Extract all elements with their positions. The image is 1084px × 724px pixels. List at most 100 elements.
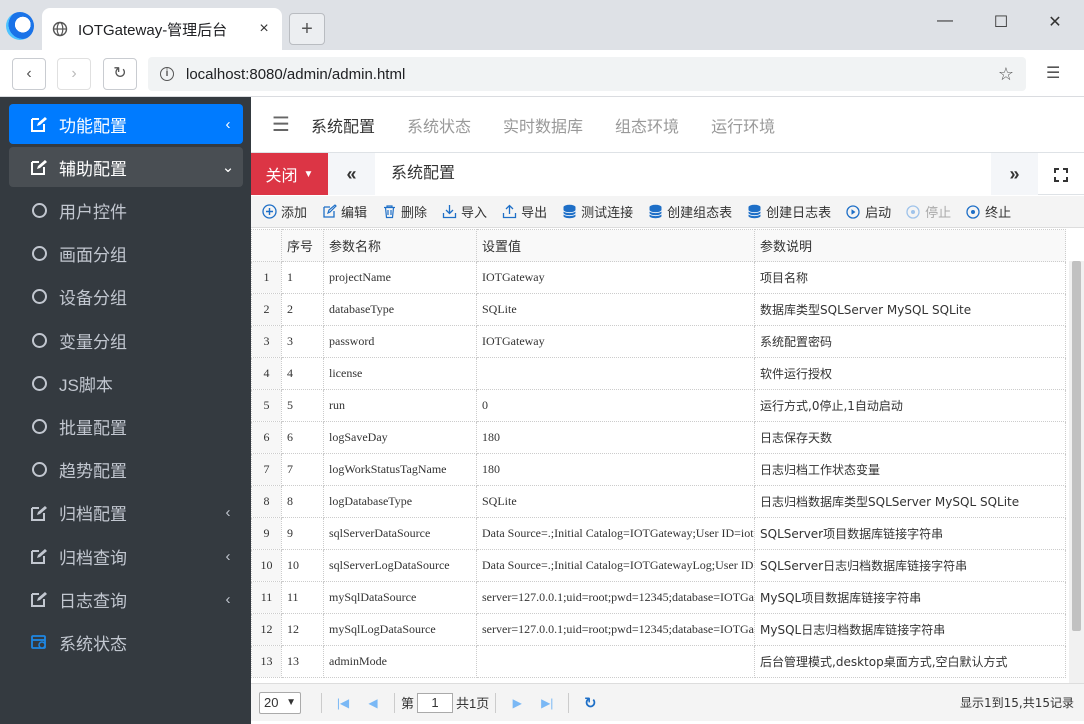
start-button[interactable]: 启动 (845, 202, 891, 221)
desc-cell[interactable]: 日志归档数据库类型SQLServer MySQL SQLite (754, 485, 1067, 518)
nav-link-runtime-env[interactable]: 运行环境 (711, 113, 775, 137)
table-row[interactable]: 5 5 run 0 运行方式,0停止,1自动启动 (251, 389, 1067, 422)
refresh-icon[interactable]: ↻ (575, 694, 605, 712)
sidebar-item-13[interactable]: 系统状态 (9, 622, 243, 662)
tab-close-icon[interactable]: × (256, 20, 272, 38)
table-row[interactable]: 2 2 databaseType SQLite 数据库类型SQLServer MySQL… (251, 293, 1067, 326)
first-page-icon[interactable]: |◀ (328, 696, 358, 710)
nav-link-system-config[interactable]: 系统配置 (311, 113, 375, 137)
name-cell[interactable]: sqlServerDataSource (323, 517, 477, 550)
close-tabs-dropdown[interactable]: 关闭 ▼ (251, 153, 328, 195)
grid-scrollbar[interactable] (1069, 261, 1084, 683)
prev-page-icon[interactable]: ◀ (358, 696, 388, 710)
content-tab-system-config[interactable]: 系统配置 (375, 153, 991, 195)
browser-menu-icon[interactable]: ☰ (1046, 63, 1060, 83)
page-number-input[interactable]: 1 (417, 692, 454, 713)
delete-button[interactable]: 删除 (381, 202, 427, 221)
table-row[interactable]: 11 11 mySqlDataSource server=127.0.0.1;uid=… (251, 581, 1067, 614)
value-cell[interactable]: SQLite (475, 485, 756, 518)
seq-cell[interactable]: 2 (281, 293, 324, 326)
back-button[interactable]: ‹ (12, 58, 46, 90)
seq-cell[interactable]: 3 (281, 325, 324, 358)
desc-cell[interactable]: 数据库类型SQLServer MySQL SQLite (754, 293, 1067, 326)
desc-cell[interactable]: 项目名称 (754, 261, 1067, 294)
seq-cell[interactable]: 1 (281, 261, 324, 294)
table-row[interactable]: 12 12 mySqlLogDataSource server=127.0.0.1;u… (251, 613, 1067, 646)
seq-cell[interactable]: 5 (281, 389, 324, 422)
create-log-table-button[interactable]: 创建日志表 (746, 202, 831, 221)
value-cell[interactable] (475, 357, 756, 390)
scrollbar-thumb[interactable] (1072, 261, 1081, 631)
next-page-icon[interactable]: ▶ (502, 696, 532, 710)
sidebar-item-10[interactable]: 归档配置 ‹ (9, 493, 243, 533)
scroll-tabs-left-button[interactable]: « (328, 153, 375, 195)
seq-cell[interactable]: 11 (281, 581, 324, 614)
maximize-icon[interactable]: ☐ (986, 12, 1016, 32)
hamburger-menu-icon[interactable]: ☰ (251, 112, 311, 137)
sidebar-item-2[interactable]: 辅助配置 ⌄ (9, 147, 243, 188)
sidebar-item-12[interactable]: 日志查询 ‹ (9, 579, 243, 619)
desc-cell[interactable]: 日志保存天数 (754, 421, 1067, 454)
desc-cell[interactable]: 系统配置密码 (754, 325, 1067, 358)
desc-cell[interactable]: MySQL项目数据库链接字符串 (754, 581, 1067, 614)
import-button[interactable]: 导入 (441, 202, 487, 221)
seq-cell[interactable]: 7 (281, 453, 324, 486)
value-cell[interactable]: 0 (475, 389, 756, 422)
value-cell[interactable]: IOTGateway (475, 325, 756, 358)
add-button[interactable]: 添加 (261, 202, 307, 221)
seq-cell[interactable]: 9 (281, 517, 324, 550)
fullscreen-icon[interactable] (1038, 153, 1084, 195)
table-row[interactable]: 10 10 sqlServerLogDataSource Data Source=.;… (251, 549, 1067, 582)
desc-cell[interactable]: MySQL日志归档数据库链接字符串 (754, 613, 1067, 646)
url-field[interactable]: i localhost:8080/admin/admin.html ☆ (148, 57, 1026, 91)
seq-cell[interactable]: 6 (281, 421, 324, 454)
value-cell[interactable]: 180 (475, 453, 756, 486)
seq-cell[interactable]: 12 (281, 613, 324, 646)
last-page-icon[interactable]: ▶| (532, 696, 562, 710)
column-header-desc[interactable]: 参数说明 (754, 229, 1067, 262)
seq-cell[interactable]: 8 (281, 485, 324, 518)
sidebar-item-6[interactable]: 变量分组 (9, 320, 243, 360)
window-close-icon[interactable]: ✕ (1040, 12, 1070, 32)
desc-cell[interactable]: 软件运行授权 (754, 357, 1067, 390)
desc-cell[interactable]: SQLServer项目数据库链接字符串 (754, 517, 1067, 550)
name-cell[interactable]: logSaveDay (323, 421, 477, 454)
table-row[interactable]: 4 4 license 软件运行授权 (251, 357, 1067, 390)
column-header-seq[interactable]: 序号 (281, 229, 324, 262)
name-cell[interactable]: databaseType (323, 293, 477, 326)
table-row[interactable]: 13 13 adminMode 后台管理模式,desktop桌面方式,空白默认方式 (251, 645, 1067, 678)
seq-cell[interactable]: 4 (281, 357, 324, 390)
sidebar-item-11[interactable]: 归档查询 ‹ (9, 536, 243, 576)
name-cell[interactable]: logWorkStatusTagName (323, 453, 477, 486)
nav-link-realtime-db[interactable]: 实时数据库 (503, 113, 583, 137)
name-cell[interactable]: password (323, 325, 477, 358)
table-row[interactable]: 6 6 logSaveDay 180 日志保存天数 (251, 421, 1067, 454)
table-row[interactable]: 7 7 logWorkStatusTagName 180 日志归档工作状态变量 (251, 453, 1067, 486)
desc-cell[interactable]: 运行方式,0停止,1自动启动 (754, 389, 1067, 422)
seq-cell[interactable]: 10 (281, 549, 324, 582)
column-header-name[interactable]: 参数名称 (323, 229, 477, 262)
sidebar-item-1[interactable]: 功能配置 ‹ (9, 104, 243, 144)
desc-cell[interactable]: SQLServer日志归档数据库链接字符串 (754, 549, 1067, 582)
name-cell[interactable]: adminMode (323, 645, 477, 678)
name-cell[interactable]: mySqlLogDataSource (323, 613, 477, 646)
value-cell[interactable]: SQLite (475, 293, 756, 326)
export-button[interactable]: 导出 (501, 202, 547, 221)
new-tab-button[interactable]: + (289, 13, 325, 45)
site-info-icon[interactable]: i (160, 67, 174, 81)
name-cell[interactable]: logDatabaseType (323, 485, 477, 518)
sidebar-item-4[interactable]: 画面分组 (9, 234, 243, 274)
sidebar-item-3[interactable]: 用户控件 (9, 190, 243, 230)
name-cell[interactable]: projectName (323, 261, 477, 294)
value-cell[interactable]: server=127.0.0.1;uid=root;pwd=12345;data… (475, 613, 756, 646)
seq-cell[interactable]: 13 (281, 645, 324, 678)
sidebar-item-8[interactable]: 批量配置 (9, 406, 243, 446)
value-cell[interactable]: 180 (475, 421, 756, 454)
stop-button[interactable]: 停止 (905, 202, 951, 221)
terminate-button[interactable]: 终止 (965, 202, 1011, 221)
test-connection-button[interactable]: 测试连接 (561, 202, 633, 221)
value-cell[interactable]: IOTGateway (475, 261, 756, 294)
table-row[interactable]: 3 3 password IOTGateway 系统配置密码 (251, 325, 1067, 358)
sidebar-item-5[interactable]: 设备分组 (9, 277, 243, 317)
table-row[interactable]: 1 1 projectName IOTGateway 项目名称 (251, 261, 1067, 294)
